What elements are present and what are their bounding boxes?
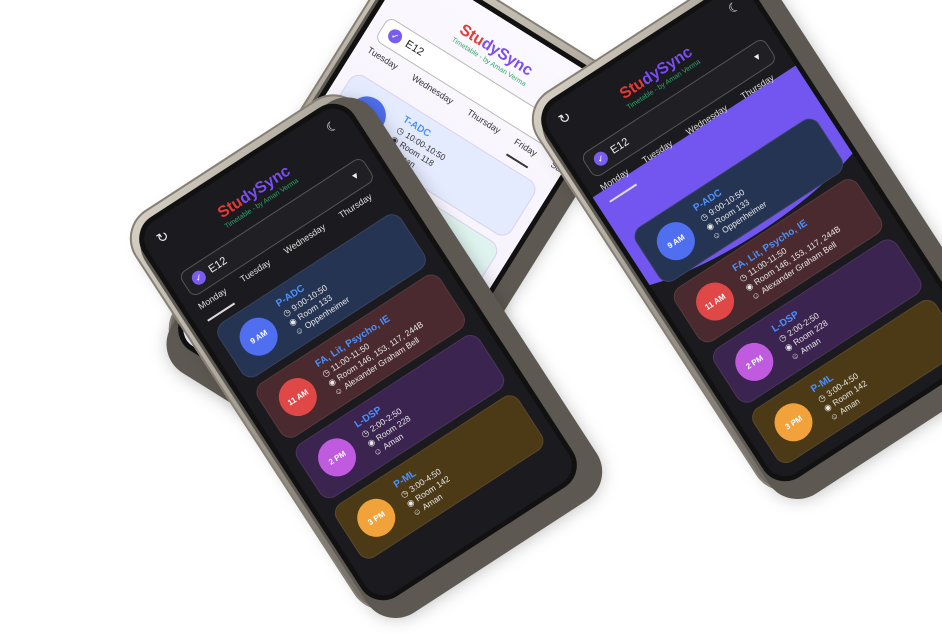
class-info: L-DSP ◷2:00-2:50 ◉Room 228 ☺Aman xyxy=(352,394,418,459)
class-info: L-DSP ◷2:00-2:50 ◉Room 228 ☺Aman xyxy=(770,298,836,363)
time-badge: 3 PM xyxy=(767,396,820,449)
chevron-down-icon: ▼ xyxy=(348,169,362,183)
class-info: P-ML ◷3:00-4:50 ◉Room 142 ☺Aman xyxy=(392,454,458,519)
check-icon: ✓ xyxy=(591,149,611,169)
class-info: P-ADC ◷9:00-10:50 ◉Room 133 ☺Oppenheimer xyxy=(274,265,352,337)
tab-friday[interactable]: Friday xyxy=(506,136,539,169)
check-icon: ✓ xyxy=(189,268,209,288)
chevron-down-icon: ▼ xyxy=(750,50,764,64)
section-code: E12 xyxy=(206,254,230,276)
time-badge: 2 PM xyxy=(728,335,781,389)
section-code: E12 xyxy=(402,38,426,59)
time-badge: 3 PM xyxy=(349,491,403,545)
time-badge: 11 AM xyxy=(688,275,742,328)
app-screen: ↻☾StudySyncTimetable - by Aman Verma✓E12… xyxy=(531,0,942,492)
time-badge: 11 AM xyxy=(271,370,325,424)
time-badge: 9 AM xyxy=(649,214,703,268)
time-badge: 9 AM xyxy=(232,310,285,363)
section-code: E12 xyxy=(608,135,632,157)
class-info: P-ML ◷3:00-4:50 ◉Room 142 ☺Aman xyxy=(809,358,875,423)
check-icon: ✓ xyxy=(385,26,405,47)
time-badge: 2 PM xyxy=(310,431,364,484)
phone-mockup: ↻☾StudySyncTimetable - by Aman Verma✓E12… xyxy=(518,0,942,504)
